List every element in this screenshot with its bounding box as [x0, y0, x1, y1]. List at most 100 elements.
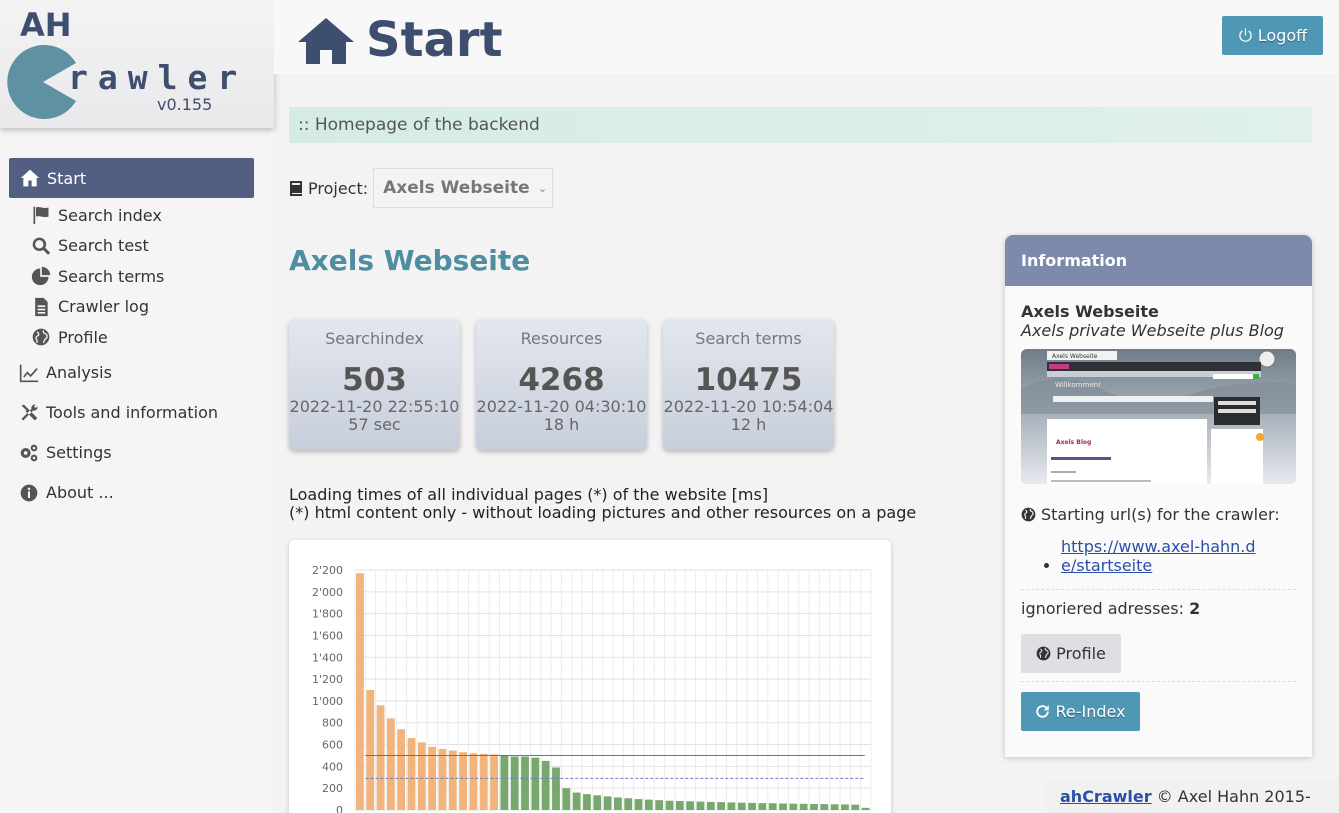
power-icon — [1239, 28, 1252, 42]
tile-label: Searchindex — [325, 329, 424, 348]
chart-bar — [644, 799, 653, 810]
chart-bar — [810, 804, 818, 810]
info-panel-body: Axels Webseite Axels private Webseite pl… — [1005, 286, 1312, 731]
chart-bar — [500, 755, 509, 810]
chart-bar — [830, 804, 839, 810]
chart-bar — [686, 801, 695, 810]
home-icon — [298, 18, 354, 64]
logo-ah-text: AH — [20, 6, 72, 44]
chart-bar — [737, 802, 746, 810]
y-tick-label: 800 — [322, 717, 343, 730]
nav-item-search-index[interactable]: Search index — [9, 200, 254, 231]
chart-bar — [820, 804, 829, 810]
nav-item-about[interactable]: About ... — [9, 473, 254, 513]
chart-bar — [552, 767, 560, 810]
divider — [1021, 589, 1296, 590]
chart-bar — [541, 760, 550, 810]
chart-bar — [717, 802, 726, 810]
chart-bar — [459, 752, 468, 810]
list-item: https://www.axel-hahn.de/startseite — [1061, 537, 1296, 575]
tile-age: 12 h — [730, 415, 767, 434]
globe-icon — [1036, 646, 1051, 661]
y-tick-label: 1'200 — [312, 673, 343, 686]
flag-icon — [30, 204, 52, 226]
nav-item-crawler-log[interactable]: Crawler log — [9, 292, 254, 323]
reindex-button[interactable]: Re-Index — [1021, 692, 1140, 731]
logo[interactable]: AH rawler v0.155 — [0, 0, 274, 128]
tile-searchindex[interactable]: Searchindex 503 2022-11-20 22:55:10 57 s… — [289, 319, 460, 450]
chart-bar — [583, 794, 591, 810]
y-tick-label: 1'000 — [312, 695, 343, 708]
chart-bar — [603, 796, 612, 810]
chart-bar — [841, 804, 849, 810]
nav-item-start[interactable]: Start — [9, 158, 254, 198]
website-screenshot-image: Axels Webseite Willkommen! Axels Blog — [1021, 349, 1296, 484]
page-title: Start — [298, 12, 503, 68]
chevron-down-icon: ⌄ — [537, 182, 548, 195]
chart-bar — [479, 753, 488, 810]
chart-bar — [634, 799, 643, 810]
tile-age: 57 sec — [348, 415, 401, 434]
load-time-chart: 0 200 400 600 800 1'000 1'200 1'400 1'600 1'800 2'… — [289, 540, 891, 813]
y-tick-label: 1'600 — [312, 629, 343, 642]
chart-bar — [510, 756, 519, 810]
nav-item-label: Settings — [46, 443, 112, 462]
page-title-text: Start — [366, 12, 503, 68]
chart-bar — [593, 795, 602, 810]
reindex-button-label: Re-Index — [1055, 702, 1126, 721]
thumb-title-text: Axels Webseite — [1052, 353, 1098, 360]
chart-bar — [356, 573, 364, 810]
start-url-link[interactable]: https://www.axel-hahn.de/startseite — [1061, 537, 1261, 575]
nav-item-search-test[interactable]: Search test — [9, 231, 254, 262]
chart-bar — [706, 801, 715, 810]
thumb-blog-text: Axels Blog — [1056, 439, 1091, 446]
chart-description: Loading times of all individual pages (*… — [289, 486, 916, 522]
globe-icon — [1021, 507, 1036, 522]
nav-item-settings[interactable]: Settings — [9, 433, 254, 473]
tile-value: 503 — [342, 362, 407, 398]
nav-item-profile[interactable]: Profile — [9, 322, 254, 353]
y-tick-label: 1'400 — [312, 651, 343, 664]
chart-bar — [376, 705, 385, 810]
nav-item-label: About ... — [46, 483, 114, 502]
info-icon — [18, 482, 40, 504]
chart-bar — [851, 804, 860, 810]
info-site-name: Axels Webseite — [1021, 302, 1159, 321]
chart-description-line2: (*) html content only - without loading … — [289, 503, 917, 522]
chart-bar — [490, 754, 498, 810]
chart-bar — [531, 757, 540, 810]
ignored-count: 2 — [1189, 599, 1201, 618]
divider — [1021, 681, 1296, 682]
nav-item-label: Tools and information — [46, 403, 219, 422]
nav-item-search-terms[interactable]: Search terms — [9, 261, 254, 292]
tile-search-terms[interactable]: Search terms 10475 2022-11-20 10:54:04 1… — [663, 319, 834, 450]
globe-icon — [30, 326, 52, 348]
nav-item-analysis[interactable]: Analysis — [9, 353, 254, 393]
chart-bar — [417, 742, 426, 810]
footer-link[interactable]: ahCrawler — [1060, 787, 1152, 806]
main-nav: Start Search index Search test Search te… — [9, 158, 254, 513]
nav-item-tools[interactable]: Tools and information — [9, 393, 254, 433]
tile-resources[interactable]: Resources 4268 2022-11-20 04:30:10 18 h — [476, 319, 647, 450]
chart-bar — [397, 729, 406, 810]
y-tick-label: 200 — [322, 782, 343, 795]
starting-urls-label: Starting url(s) for the crawler: — [1021, 505, 1296, 524]
chart-bar — [696, 801, 705, 810]
refresh-icon — [1036, 705, 1050, 718]
info-panel-header: Information — [1005, 235, 1312, 286]
chart-bar — [779, 803, 787, 810]
tile-value: 10475 — [694, 362, 803, 398]
project-select-value: Axels Webseite — [383, 178, 530, 198]
y-tick-label: 1'800 — [312, 608, 343, 621]
thumb-welcome-text: Willkommen! — [1055, 381, 1101, 389]
logoff-button[interactable]: Logoff — [1222, 16, 1323, 55]
starting-urls-text: Starting url(s) for the crawler: — [1041, 505, 1280, 524]
nav-item-label: Start — [47, 168, 87, 188]
profile-button[interactable]: Profile — [1021, 634, 1121, 673]
tile-value: 4268 — [518, 362, 605, 398]
starting-urls-list: https://www.axel-hahn.de/startseite — [1021, 537, 1296, 575]
nav-item-label: Analysis — [46, 363, 112, 382]
project-select[interactable]: Axels Webseite ⌄ — [373, 168, 554, 208]
tile-label: Search terms — [695, 329, 802, 348]
page-header: Start Logoff — [274, 0, 1339, 74]
